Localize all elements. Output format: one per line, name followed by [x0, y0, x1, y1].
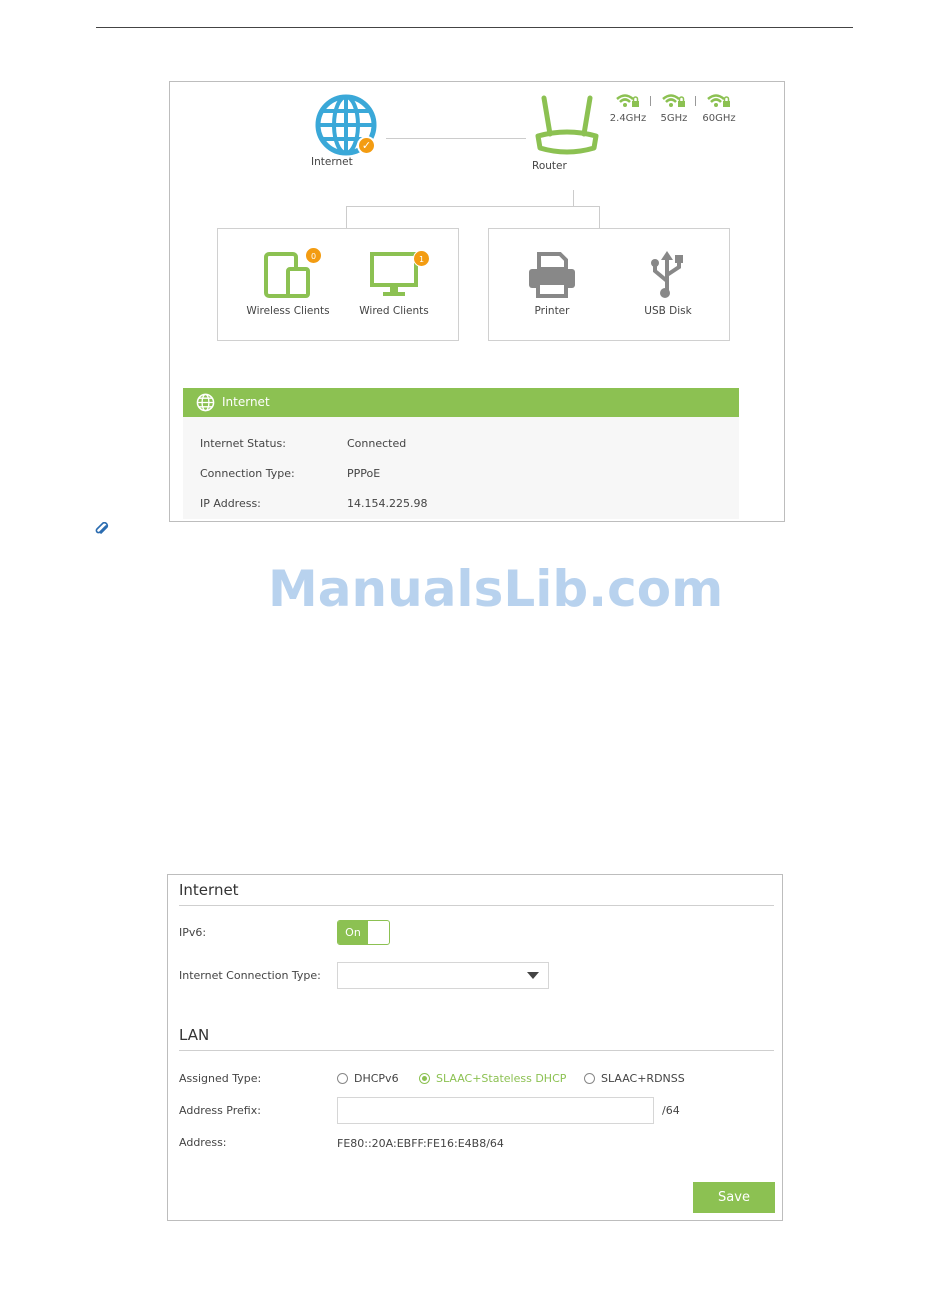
connection-type-label: Internet Connection Type:: [179, 969, 321, 982]
wired-clients-label: Wired Clients: [359, 305, 429, 317]
top-rule: [96, 27, 853, 28]
radio-label: SLAAC+Stateless DHCP: [436, 1072, 567, 1085]
lan-section-title: LAN: [179, 1026, 210, 1044]
radio-label: SLAAC+RDNSS: [601, 1072, 685, 1085]
router-label: Router: [532, 160, 567, 172]
watermark: ManualsLib.com: [268, 560, 724, 618]
wireless-clients-label: Wireless Clients: [246, 305, 330, 317]
band-label: 5GHz: [660, 113, 688, 124]
tree-connector: [573, 190, 574, 206]
internet-node[interactable]: ✓ Internet: [311, 94, 381, 184]
wireless-clients-node[interactable]: Wireless Clients: [233, 251, 343, 317]
assigned-type-label: Assigned Type:: [179, 1072, 262, 1085]
wireless-bands: 2.4GHz 5GHz 60GHz: [606, 92, 746, 132]
wifi-lock-icon: [662, 94, 685, 107]
row-label: Internet Status:: [200, 437, 286, 450]
usb-icon: [651, 251, 683, 298]
radio-slaac-rdnss[interactable]: SLAAC+RDNSS: [584, 1072, 685, 1085]
band-2g[interactable]: 2.4GHz: [608, 92, 648, 124]
tree-connector: [599, 206, 600, 228]
printer-node[interactable]: Printer: [497, 251, 607, 317]
wired-clients-node[interactable]: Wired Clients: [339, 251, 449, 317]
usb-devices-box: Printer USB Disk: [488, 228, 730, 341]
wireless-count-badge: 0: [305, 247, 322, 264]
ipv6-label: IPv6:: [179, 926, 207, 939]
band-60g[interactable]: 60GHz: [699, 92, 739, 124]
section-divider: [179, 905, 774, 906]
printer-label: Printer: [534, 305, 570, 317]
router-icon: [535, 95, 599, 155]
paperclip-icon: [95, 522, 109, 534]
toggle-on-label: On: [338, 921, 368, 944]
wifi-lock-icon: [707, 94, 730, 107]
connection-type-select[interactable]: [337, 962, 549, 989]
save-button[interactable]: Save: [693, 1182, 775, 1213]
radio-label: DHCPv6: [354, 1072, 399, 1085]
row-value: Connected: [347, 437, 407, 450]
address-label: Address:: [179, 1136, 227, 1149]
radio-icon: [337, 1073, 348, 1084]
tree-connector: [346, 206, 600, 207]
globe-icon: [196, 393, 215, 412]
usb-disk-node[interactable]: USB Disk: [613, 251, 723, 317]
band-divider: [695, 96, 696, 106]
band-divider: [650, 96, 651, 106]
band-label: 60GHz: [702, 113, 736, 124]
ipv6-settings-panel: Internet IPv6: On Internet Connection Ty…: [167, 874, 783, 1221]
ipv6-toggle[interactable]: On: [337, 920, 390, 945]
internet-router-link: [386, 138, 526, 139]
monitor-icon: [370, 252, 418, 296]
printer-icon: [529, 252, 575, 298]
radio-icon: [584, 1073, 595, 1084]
wifi-lock-icon: [616, 94, 639, 107]
prefix-length: /64: [662, 1104, 680, 1117]
clients-box: Wireless Clients 0 Wired Clients 1: [217, 228, 459, 341]
row-label: IP Address:: [200, 497, 261, 510]
internet-label: Internet: [311, 156, 353, 168]
section-divider: [179, 1050, 774, 1051]
chevron-down-icon: [527, 972, 539, 979]
internet-status-body: Internet Status: Connected Connection Ty…: [183, 417, 739, 519]
address-prefix-input[interactable]: [337, 1097, 654, 1124]
network-map-panel: ✓ Internet Router 2.4GHz 5GHz 60GHz Wire…: [169, 81, 785, 522]
band-label: 2.4GHz: [609, 113, 647, 124]
usb-disk-label: USB Disk: [644, 305, 692, 317]
band-5g[interactable]: 5GHz: [654, 92, 694, 124]
row-label: Connection Type:: [200, 467, 295, 480]
internet-status-header: Internet: [183, 388, 739, 417]
internet-status-title: Internet: [222, 395, 270, 409]
connected-check-icon: ✓: [357, 136, 376, 155]
radio-dhcpv6[interactable]: DHCPv6: [337, 1072, 399, 1085]
radio-slaac-stateless-dhcp[interactable]: SLAAC+Stateless DHCP: [419, 1072, 566, 1085]
radio-selected-icon: [419, 1073, 430, 1084]
row-value: 14.154.225.98: [347, 497, 428, 510]
wired-count-badge: 1: [413, 250, 430, 267]
internet-section-title: Internet: [179, 881, 239, 899]
address-prefix-label: Address Prefix:: [179, 1104, 261, 1117]
row-value: PPPoE: [347, 467, 381, 480]
tree-connector: [346, 206, 347, 228]
address-value: FE80::20A:EBFF:FE16:E4B8/64: [337, 1137, 504, 1150]
